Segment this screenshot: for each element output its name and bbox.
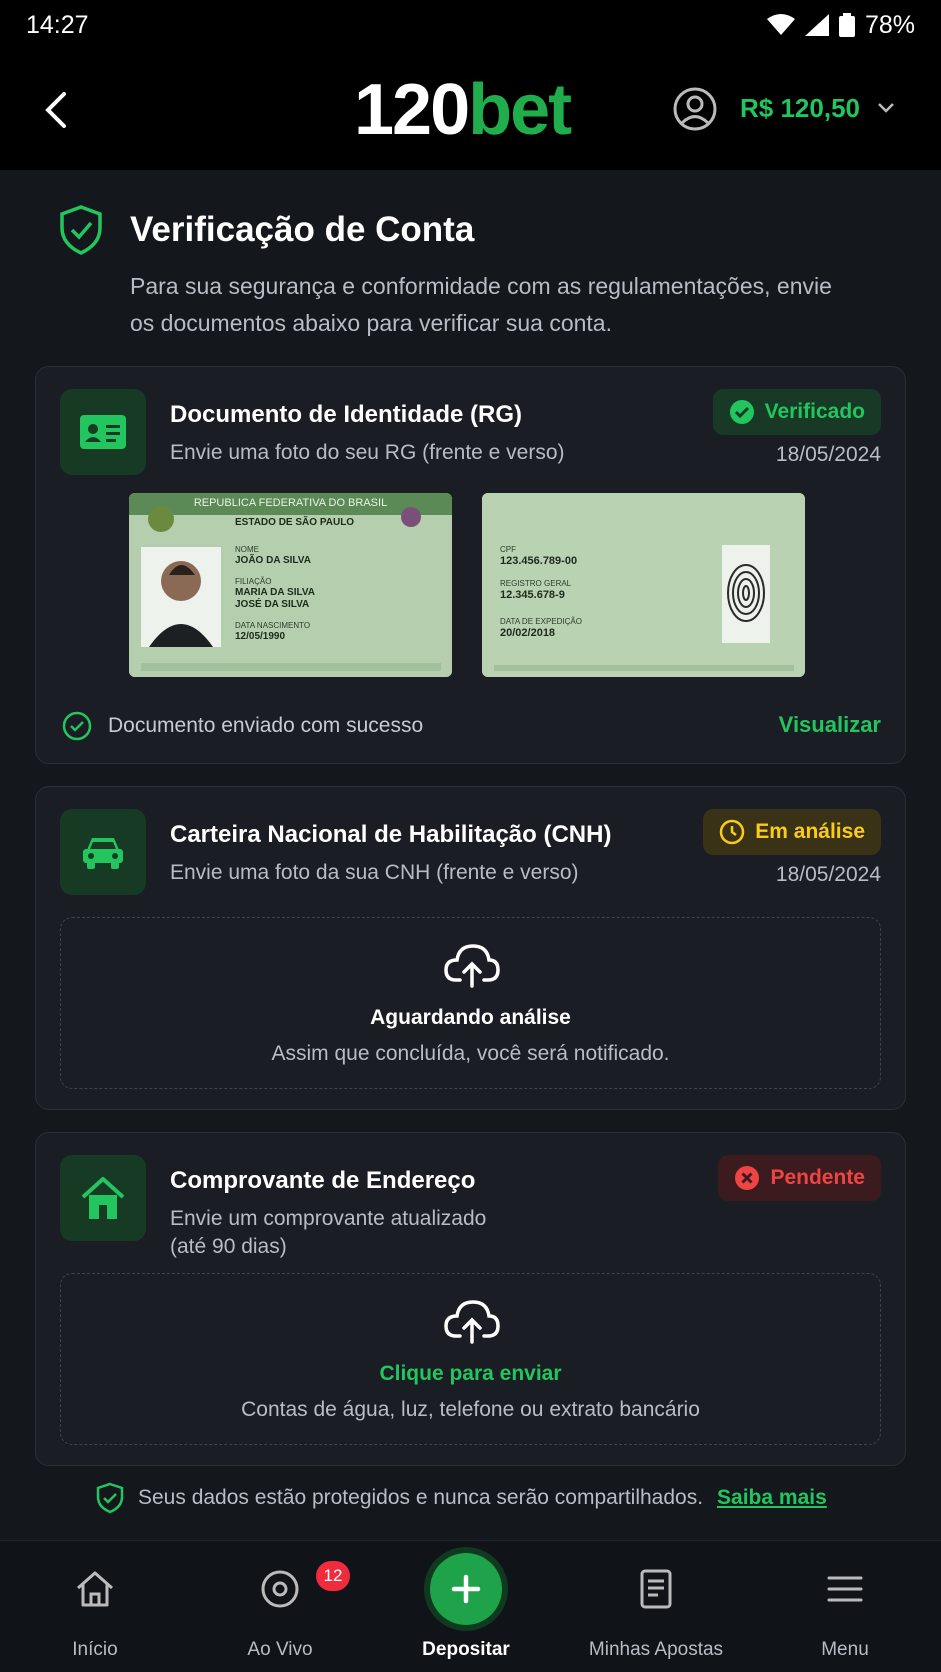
tab-menu[interactable]: Menu <box>790 1541 900 1672</box>
document-card-cnh: Carteira Nacional de Habilitação (CNH) E… <box>35 786 906 1110</box>
upload-hint: Contas de água, luz, telefone ou extrato… <box>241 1398 700 1421</box>
app-header: 120bet R$ 120,50 <box>0 50 941 170</box>
document-card-address: Comprovante de Endereço Envie um comprov… <box>35 1132 906 1466</box>
shield-check-icon <box>60 205 102 255</box>
signal-icon <box>804 14 829 36</box>
tab-inicio[interactable]: Início <box>40 1541 150 1672</box>
success-text: Documento enviado com sucesso <box>108 714 424 737</box>
id-card-icon <box>60 389 146 475</box>
tab-depositar[interactable]: Depositar <box>406 1541 526 1672</box>
house-icon <box>60 1155 146 1241</box>
document-description: Envie um comprovante atualizado (até 90 … <box>170 1205 486 1261</box>
status-badge-verified: Verificado <box>712 389 881 435</box>
id-issue: 20/02/2018 <box>500 627 556 639</box>
status-label: Pendente <box>770 1166 865 1189</box>
status-badge-review: Em análise <box>703 809 881 855</box>
description-line1: Envie um comprovante atualizado <box>170 1207 487 1230</box>
upload-dropzone[interactable]: Clique para enviar Contas de água, luz, … <box>60 1273 881 1445</box>
cloud-upload-icon <box>444 944 500 988</box>
document-date: 18/05/2024 <box>775 443 881 466</box>
status-label: Em análise <box>755 820 865 843</box>
tab-label: Ao Vivo <box>247 1639 313 1660</box>
tab-label: Minhas Apostas <box>588 1639 724 1660</box>
review-box: Aguardando análise Assim que concluída, … <box>60 917 881 1089</box>
id-back-image[interactable]: CPF 123.456.789-00 REGISTRO GERAL 12.345… <box>482 493 805 677</box>
status-bar: 14:27 78% <box>0 0 941 50</box>
upload-success-row: Documento enviado com sucesso <box>62 711 423 741</box>
id-rg: 12.345.678-9 <box>500 589 565 601</box>
live-icon <box>261 1570 299 1608</box>
document-date: 18/05/2024 <box>775 863 881 886</box>
view-document-link[interactable]: Visualizar <box>779 712 881 738</box>
document-title: Comprovante de Endereço <box>170 1167 476 1194</box>
id-issue-label: DATA DE EXPEDIÇÃO <box>500 617 582 626</box>
x-circle-icon <box>735 1166 760 1190</box>
battery-icon <box>838 13 855 37</box>
bottom-nav: Início 12 Ao Vivo Depositar Minhas Apost… <box>0 1540 941 1672</box>
battery-level: 78% <box>864 10 915 39</box>
balance-amount[interactable]: R$ 120,50 <box>740 93 860 124</box>
status-label: Verificado <box>764 400 865 423</box>
privacy-note: Seus dados estão protegidos e nunca serã… <box>96 1482 827 1514</box>
id-name-label: NOME <box>235 545 259 554</box>
document-description: Envie uma foto da sua CNH (frente e vers… <box>170 861 579 884</box>
tab-label: Início <box>72 1639 118 1660</box>
user-avatar-icon[interactable] <box>672 86 718 132</box>
tab-label: Menu <box>821 1639 869 1660</box>
upload-cta[interactable]: Clique para enviar <box>61 1362 880 1386</box>
car-icon <box>60 809 146 895</box>
id-rg-label: REGISTRO GERAL <box>500 579 572 588</box>
page-title: Verificação de Conta <box>130 210 475 249</box>
document-title: Documento de Identidade (RG) <box>170 401 523 428</box>
logo-bet: bet <box>468 70 572 150</box>
id-birth: 12/05/1990 <box>235 631 286 642</box>
plus-icon <box>451 1574 481 1604</box>
id-state: ESTADO DE SÃO PAULO <box>235 517 355 528</box>
privacy-text: Seus dados estão protegidos e nunca serã… <box>138 1486 704 1509</box>
cloud-upload-icon <box>444 1300 500 1344</box>
back-arrow-icon[interactable] <box>38 88 78 132</box>
document-card-rg: Documento de Identidade (RG) Envie uma f… <box>35 366 906 764</box>
menu-icon <box>827 1576 863 1602</box>
review-title: Aguardando análise <box>370 1006 571 1029</box>
wifi-icon <box>766 14 795 35</box>
id-front-image[interactable]: REPUBLICA FEDERATIVA DO BRASIL ESTADO DE… <box>129 493 452 677</box>
id-parent2: JOSÉ DA SILVA <box>235 599 310 610</box>
live-count-badge: 12 <box>316 1561 350 1591</box>
id-name: JOÃO DA SILVA <box>235 555 311 566</box>
home-icon <box>77 1571 113 1607</box>
document-title: Carteira Nacional de Habilitação (CNH) <box>170 821 612 848</box>
description-line2: (até 90 dias) <box>170 1235 287 1258</box>
logo-number: 120 <box>354 70 470 150</box>
document-description: Envie uma foto do seu RG (frente e verso… <box>170 441 565 464</box>
tab-label: Depositar <box>422 1639 510 1660</box>
betslip-icon <box>640 1569 672 1609</box>
id-parent1: MARIA DA SILVA <box>235 587 315 598</box>
id-header: REPUBLICA FEDERATIVA DO BRASIL <box>193 497 388 509</box>
check-circle-outline-icon <box>62 711 92 741</box>
id-birth-label: DATA NASCIMENTO <box>235 621 311 630</box>
brand-logo[interactable]: 120bet <box>354 74 572 146</box>
chevron-down-icon[interactable] <box>876 98 896 118</box>
main-content: Verificação de Conta Para sua segurança … <box>0 170 941 1540</box>
status-badge-pending: Pendente <box>718 1155 881 1201</box>
learn-more-link[interactable]: Saiba mais <box>717 1486 827 1510</box>
review-subtitle: Assim que concluída, você será notificad… <box>271 1042 670 1065</box>
status-icons: 78% <box>766 10 915 40</box>
status-time: 14:27 <box>26 10 89 39</box>
page-subtitle: Para sua segurança e conformidade com as… <box>130 273 832 336</box>
shield-check-icon <box>96 1482 124 1514</box>
id-cpf: 123.456.789-00 <box>500 555 578 567</box>
deposit-button[interactable] <box>430 1553 502 1625</box>
clock-icon <box>720 819 745 845</box>
tab-minhas-apostas[interactable]: Minhas Apostas <box>576 1541 736 1672</box>
id-cpf-label: CPF <box>500 545 516 554</box>
id-filiation-label: FILIAÇÃO <box>235 577 272 586</box>
tab-ao-vivo[interactable]: 12 Ao Vivo <box>220 1541 350 1672</box>
check-circle-icon <box>729 400 754 424</box>
